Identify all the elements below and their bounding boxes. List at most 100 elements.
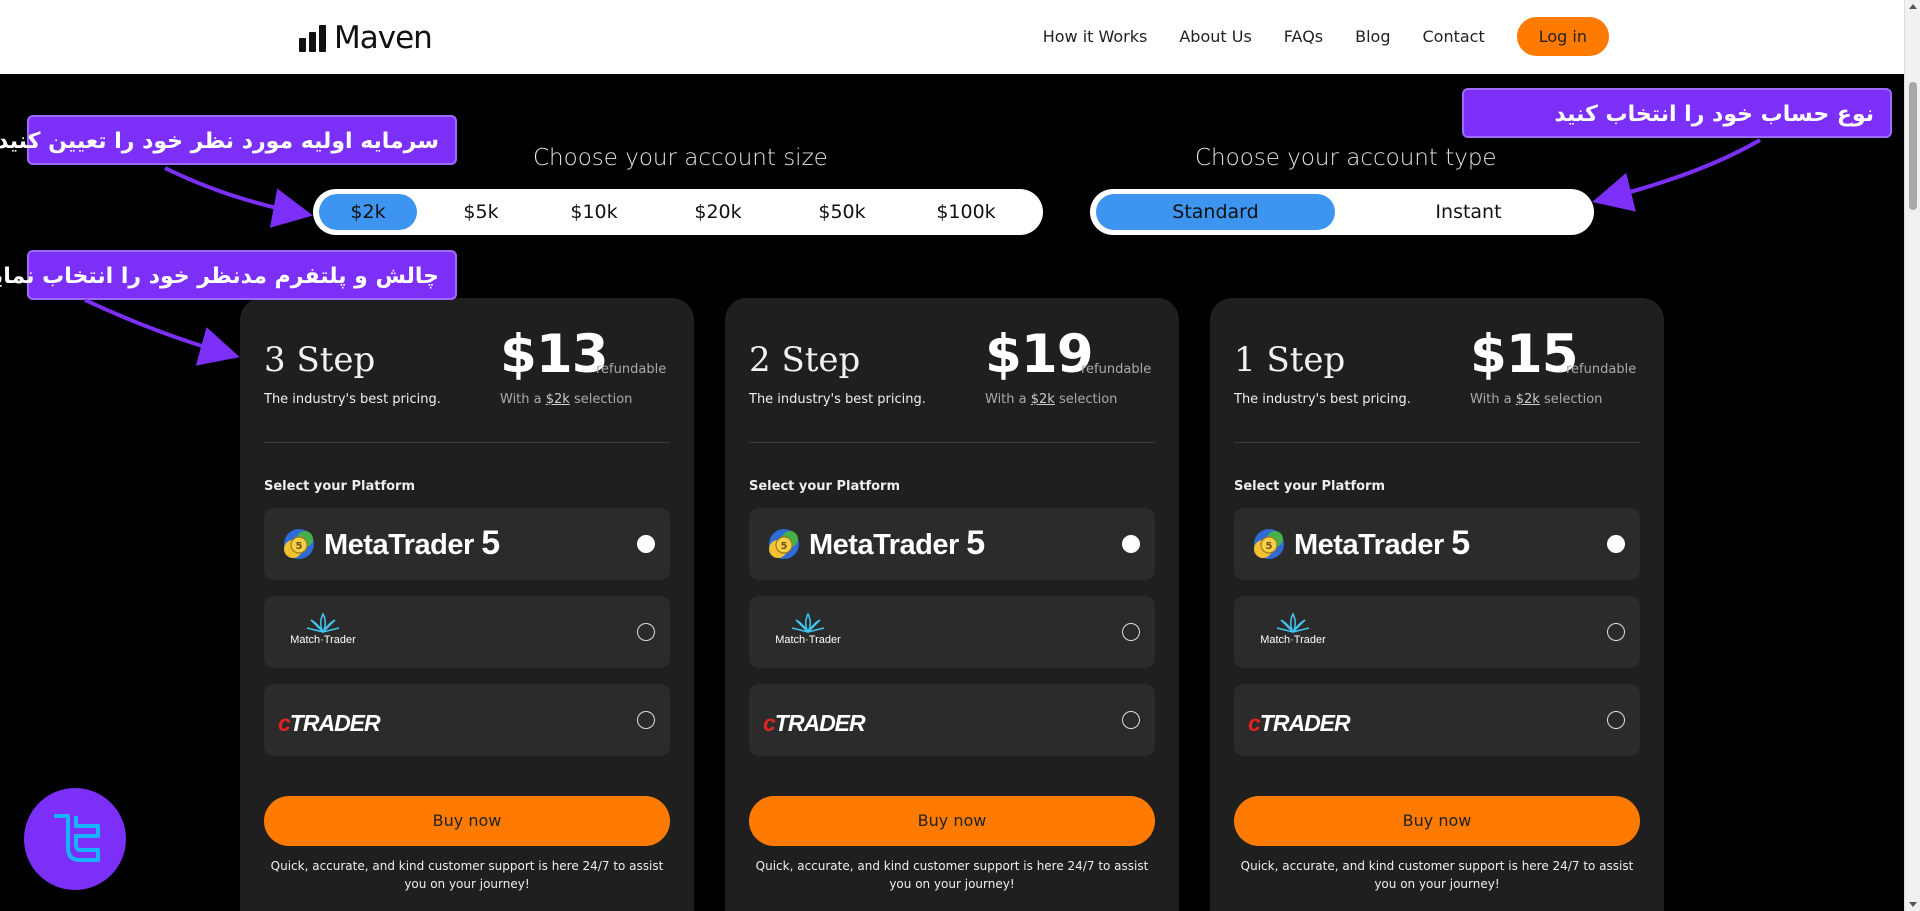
platform-option-metatrader5[interactable]: 5 MetaTrader 5 — [749, 508, 1155, 580]
platform-option-match-trader[interactable]: Match·Trader — [264, 596, 670, 668]
arrow-to-size-selector — [164, 166, 313, 228]
support-note: Quick, accurate, and kind customer suppo… — [755, 859, 1149, 891]
account-type-selector: Standard Instant — [1090, 189, 1594, 235]
platform-radio[interactable] — [637, 623, 655, 641]
watermark-logo — [24, 788, 126, 890]
platform-radio[interactable] — [1122, 623, 1140, 641]
platform-radio[interactable] — [637, 711, 655, 729]
mt5-name: MetaTrader — [324, 529, 474, 561]
match-trader-wordmark: Match·Trader — [775, 634, 841, 646]
platform-option-metatrader5[interactable]: 5 MetaTrader 5 — [264, 508, 670, 580]
card-tagline: The industry's best pricing. — [749, 392, 926, 407]
annotation-platform: چالش و پلتفرم مدنظر خود را انتخاب نمایید — [0, 250, 457, 300]
buy-now-button[interactable]: Buy now — [264, 796, 670, 846]
mt5-version: 5 — [481, 524, 500, 562]
challenge-card-3-step: 3 Step The industry's best pricing. $13 … — [240, 298, 694, 911]
platform-radio-selected[interactable] — [1122, 535, 1140, 553]
top-navbar: Maven How it Works About Us FAQs Blog Co… — [0, 0, 1904, 74]
buy-now-button[interactable]: Buy now — [1234, 796, 1640, 846]
card-divider — [264, 442, 670, 443]
with-suffix: selection — [573, 392, 633, 407]
card-price: $19 — [985, 324, 1094, 385]
metatrader5-wordmark: MetaTrader 5 — [809, 524, 985, 563]
size-option-100k[interactable]: $100k — [917, 194, 1015, 230]
login-button[interactable]: Log in — [1516, 17, 1609, 56]
platform-option-ctrader[interactable]: cTRADER — [264, 684, 670, 756]
platform-radio[interactable] — [1122, 711, 1140, 729]
card-divider — [1234, 442, 1640, 443]
with-size-link[interactable]: $2k — [546, 392, 570, 407]
card-step-title: 3 Step — [264, 340, 376, 380]
svg-text:5: 5 — [781, 541, 788, 552]
support-note: Quick, accurate, and kind customer suppo… — [270, 859, 664, 891]
buy-now-button[interactable]: Buy now — [749, 796, 1155, 846]
ctrader-rest: TRADER — [289, 710, 381, 736]
svg-text:5: 5 — [1266, 541, 1273, 552]
metatrader5-logo: 5 MetaTrader 5 — [765, 524, 985, 563]
size-option-10k[interactable]: $10k — [545, 194, 643, 230]
nav-how-it-works[interactable]: How it Works — [1043, 27, 1148, 46]
nav-faqs[interactable]: FAQs — [1284, 27, 1323, 46]
support-note: Quick, accurate, and kind customer suppo… — [1240, 859, 1634, 891]
platform-option-match-trader[interactable]: Match·Trader — [1234, 596, 1640, 668]
annotation-account-size: سرمایه اولیه مورد نظر خود را تعیین کنید — [0, 115, 457, 165]
platform-radio[interactable] — [1607, 623, 1625, 641]
platform-radio-selected[interactable] — [1607, 535, 1625, 553]
with-size-link[interactable]: $2k — [1516, 392, 1540, 407]
ctrader-c: c — [763, 710, 776, 736]
card-size-note: With a $2k selection — [985, 392, 1117, 407]
arrow-to-cards — [84, 298, 240, 366]
with-prefix: With a — [1470, 392, 1512, 407]
ctrader-rest: TRADER — [1259, 710, 1351, 736]
card-step-title: 2 Step — [749, 340, 861, 380]
page: Maven How it Works About Us FAQs Blog Co… — [0, 0, 1920, 911]
card-price: $13 — [500, 324, 609, 385]
ctrader-c: c — [1248, 710, 1261, 736]
challenge-card-1-step: 1 Step The industry's best pricing. $15 … — [1210, 298, 1664, 911]
match-trader-icon — [791, 612, 825, 634]
type-option-standard[interactable]: Standard — [1096, 194, 1335, 230]
size-option-2k[interactable]: $2k — [319, 194, 417, 230]
ctrader-logo: cTRADER — [763, 710, 866, 737]
maven-logo[interactable]: Maven — [299, 20, 433, 56]
platform-label: Select your Platform — [1234, 479, 1386, 494]
metatrader5-icon: 5 — [769, 528, 799, 559]
ctrader-rest: TRADER — [774, 710, 866, 736]
nav-about-us[interactable]: About Us — [1179, 27, 1251, 46]
nav-contact[interactable]: Contact — [1423, 27, 1485, 46]
page-scrollbar[interactable] — [1904, 0, 1920, 911]
account-size-selector: $2k $5k $10k $20k $50k $100k — [313, 189, 1043, 235]
match-trader-logo: Match·Trader — [763, 612, 853, 646]
platform-option-ctrader[interactable]: cTRADER — [749, 684, 1155, 756]
account-type-title: Choose your account type — [1195, 145, 1497, 171]
scroll-thumb[interactable] — [1909, 82, 1917, 210]
card-refundable-label: refundable — [596, 362, 667, 377]
metatrader5-wordmark: MetaTrader 5 — [1294, 524, 1470, 563]
match-trader-wordmark: Match·Trader — [290, 634, 356, 646]
size-option-20k[interactable]: $20k — [669, 194, 767, 230]
metatrader5-wordmark: MetaTrader 5 — [324, 524, 500, 563]
type-option-instant[interactable]: Instant — [1349, 194, 1588, 230]
mt5-version: 5 — [1451, 524, 1470, 562]
platform-radio[interactable] — [1607, 711, 1625, 729]
with-prefix: With a — [500, 392, 542, 407]
ctrader-logo: cTRADER — [1248, 710, 1351, 737]
platform-option-ctrader[interactable]: cTRADER — [1234, 684, 1640, 756]
card-size-note: With a $2k selection — [1470, 392, 1602, 407]
platform-option-metatrader5[interactable]: 5 MetaTrader 5 — [1234, 508, 1640, 580]
watermark-logo-icon — [27, 791, 123, 887]
match-trader-logo: Match·Trader — [278, 612, 368, 646]
size-option-50k[interactable]: $50k — [793, 194, 891, 230]
size-option-5k[interactable]: $5k — [443, 194, 519, 230]
platform-label: Select your Platform — [749, 479, 901, 494]
scroll-up-arrow-icon[interactable] — [1909, 4, 1917, 9]
platform-radio-selected[interactable] — [637, 535, 655, 553]
with-size-link[interactable]: $2k — [1031, 392, 1055, 407]
scroll-down-arrow-icon[interactable] — [1909, 902, 1917, 907]
card-size-note: With a $2k selection — [500, 392, 632, 407]
match-trader-logo: Match·Trader — [1248, 612, 1338, 646]
mt5-name: MetaTrader — [1294, 529, 1444, 561]
platform-option-match-trader[interactable]: Match·Trader — [749, 596, 1155, 668]
card-price: $15 — [1470, 324, 1579, 385]
nav-blog[interactable]: Blog — [1355, 27, 1390, 46]
